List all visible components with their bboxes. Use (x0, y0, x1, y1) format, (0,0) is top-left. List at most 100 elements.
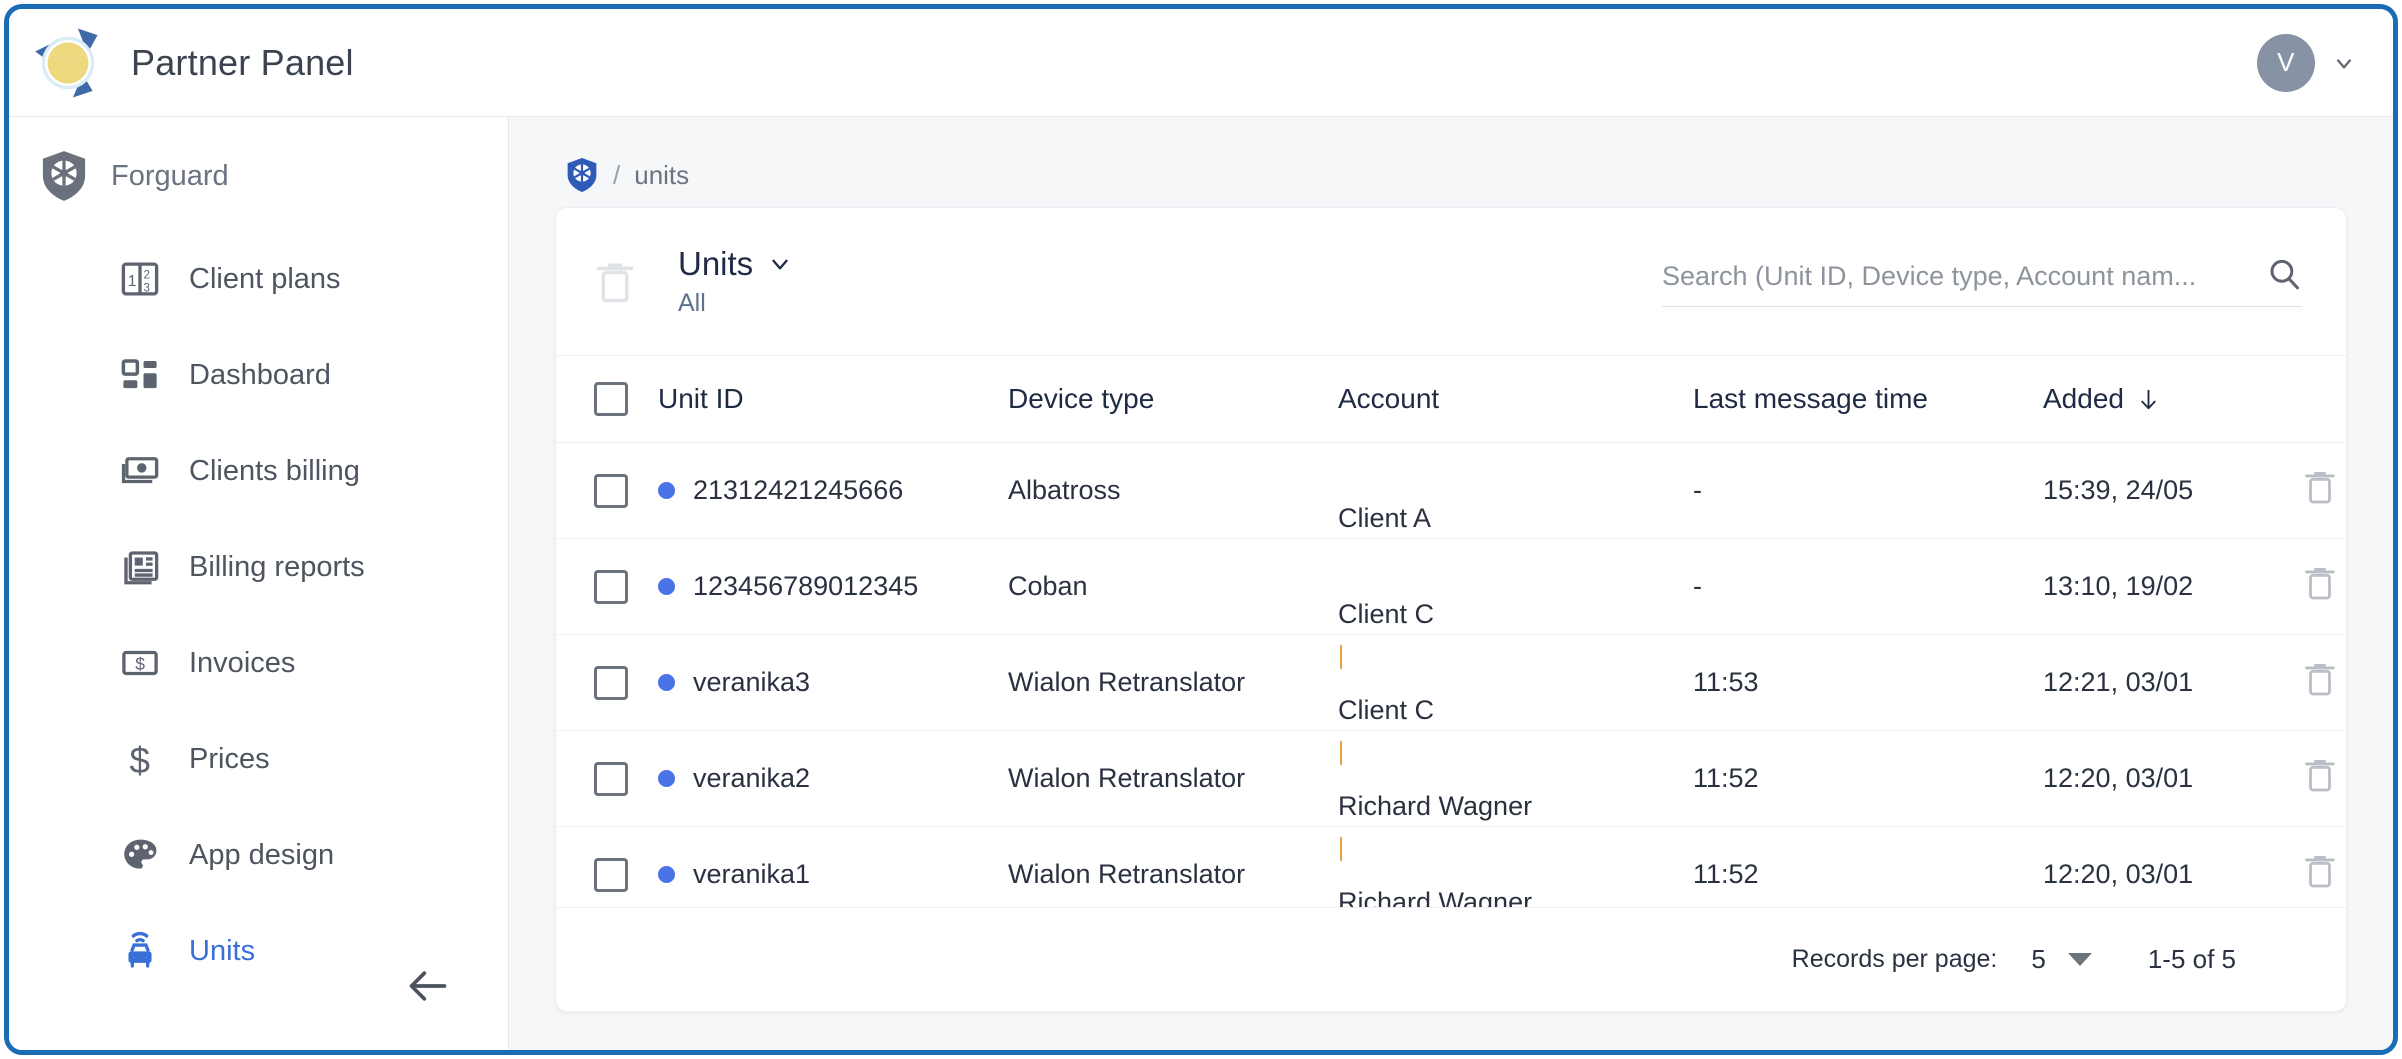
connected-car-icon (128, 931, 152, 968)
row-checkbox[interactable] (594, 857, 628, 892)
column-actions (2303, 356, 2346, 443)
account-marker (1340, 836, 1342, 861)
row-checkbox[interactable] (594, 569, 628, 604)
svg-text:1: 1 (128, 273, 137, 290)
caret-down-icon (2067, 953, 2092, 966)
trash-icon[interactable] (2303, 563, 2337, 603)
row-select-cell (556, 730, 658, 827)
table-row[interactable]: veranika3 Wialon Retranslator Client C 11:5… (556, 634, 2346, 765)
row-checkbox[interactable] (594, 665, 628, 700)
sidebar-item-billing-reports[interactable]: Billing reports (9, 519, 508, 615)
row-select-cell (556, 538, 658, 635)
cell-device-type: Wialon Retranslator (1008, 634, 1338, 731)
search-field[interactable] (1662, 256, 2302, 307)
dollar-sign-icon: $ (130, 740, 150, 780)
trash-icon[interactable] (2303, 851, 2337, 891)
account-name: Richard Wagner (1338, 790, 1533, 821)
avatar[interactable]: V (2257, 33, 2315, 92)
select-all-checkbox[interactable] (594, 382, 628, 416)
chevron-down-icon (772, 259, 788, 270)
cell-last-message-time: 11:52 (1693, 730, 2043, 827)
account-marker (1340, 740, 1342, 765)
cell-unit-id[interactable]: veranika1 (658, 826, 1008, 907)
card-title-block: Units All (678, 245, 793, 318)
account-menu[interactable]: V (2257, 33, 2357, 92)
cell-added: 12:20, 03/01 (2043, 730, 2303, 827)
sidebar-item-client-plans[interactable]: 1 2 3 Client plans (9, 231, 508, 327)
column-account[interactable]: Account (1338, 356, 1693, 443)
column-device-type[interactable]: Device type (1008, 356, 1338, 443)
card-title-dropdown[interactable]: Units (678, 245, 793, 283)
table-row[interactable]: veranika2 Wialon Retranslator Richard Wagn… (556, 730, 2346, 861)
lemon-slice-logo (35, 28, 98, 97)
status-dot (658, 770, 675, 787)
breadcrumb-separator: / (613, 159, 621, 190)
row-checkbox[interactable] (594, 473, 628, 508)
table-scroll: Unit ID Device type Account Last message… (556, 356, 2346, 907)
sidebar-item-invoices[interactable]: $ Invoices (9, 615, 508, 711)
cell-last-message-time: - (1693, 442, 2043, 539)
cell-unit-id[interactable]: 21312421245666 (658, 442, 1008, 539)
units-card: Units All Search (Unit ID, Device type, … (555, 207, 2347, 1012)
brand[interactable]: Partner Panel (27, 22, 354, 104)
invoice-dollar-icon: $ (122, 650, 158, 676)
app-window: Partner Panel V Forguard 1 2 3 Client pl… (4, 4, 2398, 1055)
account-name: Client C (1338, 694, 1435, 725)
unit-id-text: 123456789012345 (693, 571, 919, 601)
cell-account: Client C (1338, 538, 1693, 669)
trash-icon[interactable] (594, 258, 636, 306)
table-row[interactable]: 123456789012345 Coban Client C -13:10, 19/0… (556, 538, 2346, 669)
status-dot (658, 674, 675, 691)
cell-last-message-time: 11:52 (1693, 826, 2043, 907)
unit-id-text: veranika3 (693, 667, 811, 697)
cell-last-message-time: 11:53 (1693, 634, 2043, 731)
search-input[interactable] (1662, 261, 2252, 292)
cell-unit-id[interactable]: veranika2 (658, 730, 1008, 827)
chevron-down-icon[interactable] (2331, 50, 2357, 76)
cell-actions (2303, 730, 2346, 827)
column-unit-id[interactable]: Unit ID (658, 356, 1008, 443)
cell-unit-id[interactable]: veranika3 (658, 634, 1008, 731)
cell-unit-id[interactable]: 123456789012345 (658, 538, 1008, 635)
cell-account: Client A (1338, 442, 1693, 539)
trash-icon[interactable] (2303, 755, 2337, 795)
sidebar-item-prices[interactable]: $ Prices (9, 711, 508, 807)
news-report-icon (124, 551, 159, 585)
svg-text:$: $ (135, 654, 145, 674)
cell-account: Richard Wagner (1338, 730, 1693, 861)
sidebar-item-clients-billing[interactable]: Clients billing (9, 423, 508, 519)
shield-wheel-icon (42, 151, 86, 201)
trash-icon[interactable] (2303, 659, 2337, 699)
cell-added: 12:21, 03/01 (2043, 634, 2303, 731)
sidebar-item-label: Dashboard (189, 358, 331, 391)
cell-actions (2303, 634, 2346, 731)
search-icon[interactable] (2266, 256, 2302, 292)
palette-icon (124, 839, 157, 869)
trash-icon[interactable] (2303, 467, 2337, 507)
table-row[interactable]: 21312421245666 Albatross Client A -15:39, 2… (556, 442, 2346, 539)
cell-device-type: Coban (1008, 538, 1338, 635)
sidebar-item-label: Billing reports (189, 550, 365, 583)
column-last-message-time[interactable]: Last message time (1693, 356, 2043, 443)
card-subtitle: All (678, 289, 706, 317)
units-table: Unit ID Device type Account Last message… (556, 356, 2346, 907)
column-added[interactable]: Added (2043, 356, 2303, 443)
cell-added: 13:10, 19/02 (2043, 538, 2303, 635)
svg-text:$: $ (130, 740, 150, 780)
table-row[interactable]: veranika1 Wialon Retranslator Richard Wagn… (556, 826, 2346, 907)
sidebar-item-dashboard[interactable]: Dashboard (9, 327, 508, 423)
main-content: / units Units All Search (Unit ID, Devic… (509, 117, 2393, 1050)
table-header-row: Unit ID Device type Account Last message… (556, 356, 2346, 443)
breadcrumb-current[interactable]: units (634, 160, 689, 191)
sidebar-item-app-design[interactable]: App design (9, 807, 508, 903)
row-checkbox[interactable] (594, 761, 628, 796)
arrow-left-icon[interactable] (406, 964, 450, 1008)
records-per-page-select[interactable]: 5 (2031, 944, 2092, 975)
status-dot (658, 866, 675, 883)
sidebar-org[interactable]: Forguard (9, 141, 508, 211)
cell-actions (2303, 538, 2346, 635)
shield-wheel-icon[interactable] (565, 158, 599, 192)
table-body: 21312421245666 Albatross Client A -15:39, 2… (556, 442, 2346, 907)
app-title: Partner Panel (131, 41, 354, 83)
arrow-down-icon (2141, 389, 2156, 409)
